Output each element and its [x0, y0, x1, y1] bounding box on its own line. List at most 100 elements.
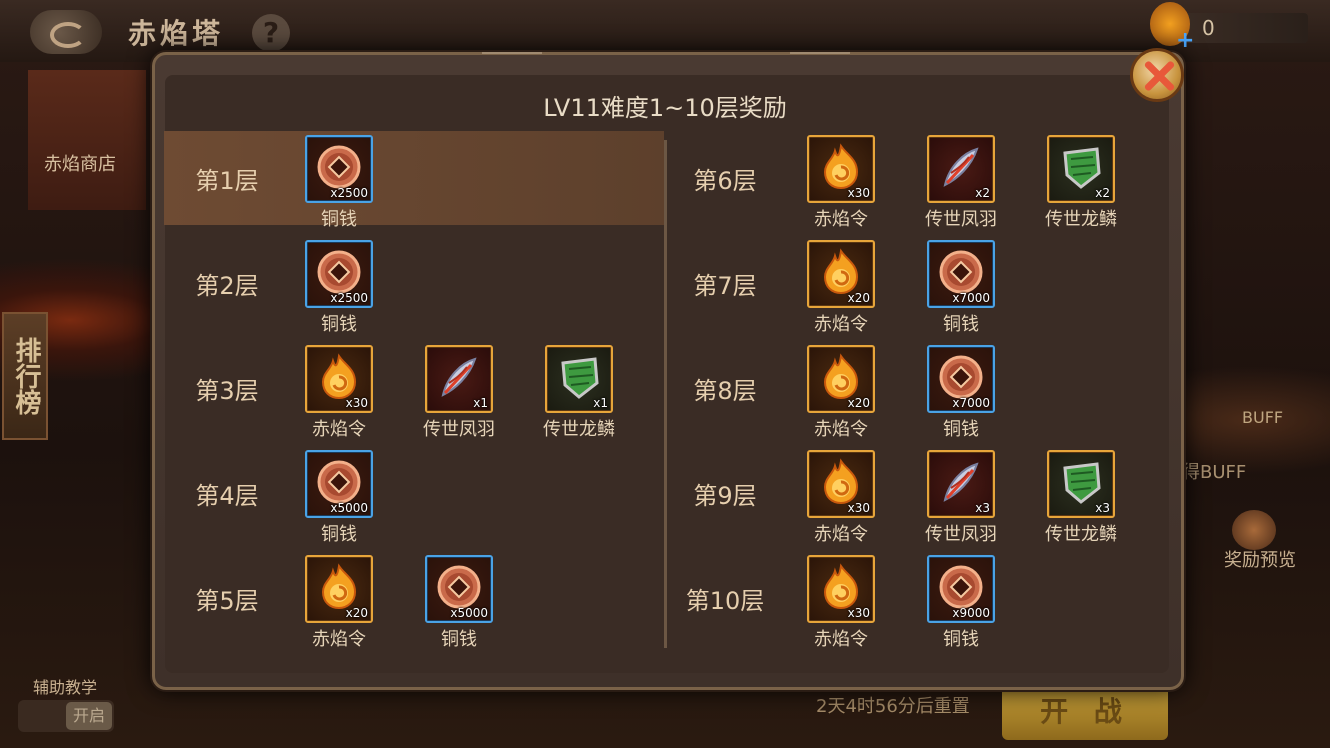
coin-icon [315, 143, 363, 191]
item-quantity: x30 [847, 501, 870, 515]
item-slot[interactable]: x30 [807, 135, 875, 203]
item-quantity: x7000 [952, 291, 990, 305]
item-slot[interactable]: x3 [1047, 450, 1115, 518]
item-slot[interactable]: x30 [807, 450, 875, 518]
scale-icon [555, 353, 603, 401]
item-quantity: x5000 [450, 606, 488, 620]
item-slot[interactable]: x9000 [927, 555, 995, 623]
reward-item[interactable]: x5000 铜钱 [404, 555, 514, 651]
item-quantity: x7000 [952, 396, 990, 410]
reward-preview-label[interactable]: 奖励预览 [1224, 546, 1296, 572]
reward-item[interactable]: x2 传世龙鳞 [1026, 135, 1136, 231]
reward-item[interactable]: x2500 铜钱 [284, 240, 394, 336]
feather-icon [435, 353, 483, 401]
reward-item[interactable]: x30 赤焰令 [786, 450, 896, 546]
reward-item[interactable]: x20 赤焰令 [786, 240, 896, 336]
reward-row: 第2层 x2500 铜钱 [164, 236, 664, 335]
reward-item[interactable]: x1 传世凤羽 [404, 345, 514, 441]
coin-icon [937, 563, 985, 611]
item-slot[interactable]: x7000 [927, 240, 995, 308]
reward-item[interactable]: x7000 铜钱 [906, 240, 1016, 336]
currency-bar [1180, 13, 1308, 43]
flame-icon [817, 248, 865, 296]
item-quantity: x2500 [330, 186, 368, 200]
floor-label: 第3层 [195, 377, 259, 405]
modal-title: LV11难度1~10层奖励 [543, 94, 787, 122]
reward-item[interactable]: x7000 铜钱 [906, 345, 1016, 441]
flame-icon [817, 563, 865, 611]
item-slot[interactable]: x2 [927, 135, 995, 203]
reward-item[interactable]: x3 传世凤羽 [906, 450, 1016, 546]
shop-button[interactable] [28, 70, 146, 210]
reward-item[interactable]: x9000 铜钱 [906, 555, 1016, 651]
tutorial-label: 辅助教学 [33, 678, 98, 697]
item-name: 赤焰令 [312, 419, 366, 440]
item-quantity: x3 [1095, 501, 1110, 515]
reward-item[interactable]: x20 赤焰令 [284, 555, 394, 651]
reward-item[interactable]: x2 传世凤羽 [906, 135, 1016, 231]
floor-label: 第2层 [195, 272, 259, 300]
reward-row: 第8层 x20 赤焰令 x7000 铜钱 [668, 341, 1168, 440]
reward-preview-icon[interactable] [1232, 510, 1276, 550]
reward-row: 第1层 x2500 铜钱 [164, 131, 664, 230]
reward-item[interactable]: x5000 铜钱 [284, 450, 394, 546]
item-quantity: x1 [593, 396, 608, 410]
floor-label: 第7层 [693, 272, 757, 300]
scale-icon [1057, 143, 1105, 191]
reward-item[interactable]: x30 赤焰令 [284, 345, 394, 441]
reward-item[interactable]: x2500 铜钱 [284, 135, 394, 231]
item-slot[interactable]: x2 [1047, 135, 1115, 203]
item-name: 铜钱 [943, 314, 979, 335]
item-quantity: x9000 [952, 606, 990, 620]
flame-icon [315, 563, 363, 611]
floor-label: 第10层 [685, 587, 765, 615]
item-quantity: x1 [473, 396, 488, 410]
item-slot[interactable]: x5000 [305, 450, 373, 518]
ranking-tab[interactable]: 排行榜 [2, 312, 48, 440]
item-quantity: x2 [1095, 186, 1110, 200]
coin-icon [435, 563, 483, 611]
item-slot[interactable]: x3 [927, 450, 995, 518]
fight-button[interactable]: 开 战 [1002, 684, 1168, 740]
item-name: 传世凤羽 [423, 419, 495, 440]
item-slot[interactable]: x20 [807, 240, 875, 308]
item-slot[interactable]: x2500 [305, 240, 373, 308]
item-name: 传世龙鳞 [543, 419, 615, 440]
item-name: 赤焰令 [814, 314, 868, 335]
page-title: 赤焰塔 [128, 17, 225, 50]
flame-icon [817, 458, 865, 506]
item-quantity: x20 [847, 396, 870, 410]
item-quantity: x30 [847, 186, 870, 200]
item-slot[interactable]: x20 [305, 555, 373, 623]
floor-label: 第4层 [195, 482, 259, 510]
item-quantity: x30 [345, 396, 368, 410]
item-name: 铜钱 [321, 314, 357, 335]
reward-item[interactable]: x1 传世龙鳞 [524, 345, 634, 441]
currency-value: 0 [1202, 16, 1215, 40]
reward-item[interactable]: x20 赤焰令 [786, 345, 896, 441]
item-slot[interactable]: x7000 [927, 345, 995, 413]
buff-label[interactable]: BUFF [1242, 408, 1283, 427]
floor-label: 第8层 [693, 377, 757, 405]
title-ornament-right [790, 52, 850, 54]
item-slot[interactable]: x1 [425, 345, 493, 413]
item-name: 铜钱 [321, 209, 357, 230]
close-button[interactable] [1130, 48, 1184, 102]
item-slot[interactable]: x1 [545, 345, 613, 413]
item-slot[interactable]: x30 [305, 345, 373, 413]
reward-item[interactable]: x3 传世龙鳞 [1026, 450, 1136, 546]
item-slot[interactable]: x2500 [305, 135, 373, 203]
item-name: 铜钱 [943, 629, 979, 650]
back-button[interactable] [30, 10, 102, 54]
coin-icon [937, 353, 985, 401]
tutorial-toggle-label[interactable]: 开启 [66, 702, 112, 730]
help-button[interactable]: ? [252, 14, 290, 52]
flame-icon [315, 353, 363, 401]
item-name: 传世龙鳞 [1045, 209, 1117, 230]
item-slot[interactable]: x30 [807, 555, 875, 623]
item-slot[interactable]: x20 [807, 345, 875, 413]
item-slot[interactable]: x5000 [425, 555, 493, 623]
reward-item[interactable]: x30 赤焰令 [786, 555, 896, 651]
add-currency-button[interactable]: + [1176, 28, 1194, 53]
reward-item[interactable]: x30 赤焰令 [786, 135, 896, 231]
